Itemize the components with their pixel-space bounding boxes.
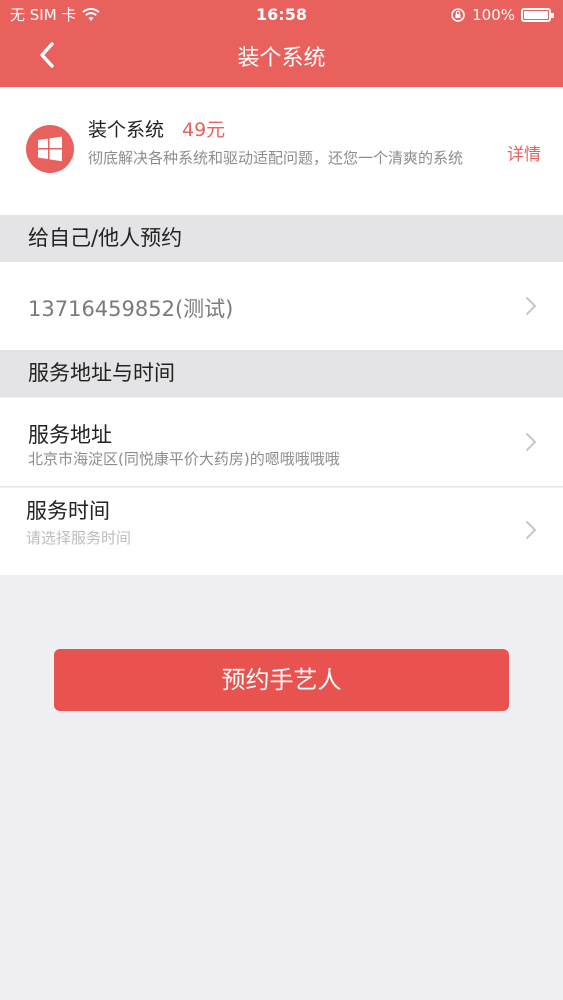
rotation-lock-icon xyxy=(451,8,465,22)
page-title: 装个系统 xyxy=(237,46,326,71)
service-address-row[interactable]: 服务地址 北京市海淀区(同悦康平价大药房)的嗯哦哦哦哦 xyxy=(0,398,563,487)
product-card: 装个系统 49元 彻底解决各种系统和驱动适配问题，还您一个清爽的系统 详情 xyxy=(0,87,563,215)
contact-row[interactable]: 13716459852(测试) xyxy=(0,262,563,350)
service-time-row[interactable]: 服务时间 请选择服务时间 xyxy=(0,488,563,575)
service-address-value: 北京市海淀区(同悦康平价大药房)的嗯哦哦哦哦 xyxy=(28,450,340,468)
detail-link[interactable]: 详情 xyxy=(507,140,541,165)
service-address-label: 服务地址 xyxy=(28,423,112,447)
battery-icon xyxy=(521,8,554,22)
chevron-right-icon xyxy=(526,297,536,315)
windows-logo-icon xyxy=(26,125,74,173)
service-time-label: 服务时间 xyxy=(26,499,110,523)
book-artisan-button[interactable]: 预约手艺人 xyxy=(54,649,509,711)
battery-percent: 100% xyxy=(472,6,515,24)
booking-section-header: 给自己/他人预约 xyxy=(0,215,563,262)
product-description: 彻底解决各种系统和驱动适配问题，还您一个清爽的系统 xyxy=(88,149,464,167)
status-right: 100% xyxy=(450,0,554,30)
chevron-right-icon xyxy=(526,433,536,451)
service-time-placeholder: 请选择服务时间 xyxy=(26,529,132,547)
service-section-header: 服务地址与时间 xyxy=(0,350,563,397)
chevron-right-icon xyxy=(526,521,536,539)
app-header: 无 SIM 卡 16:58 100% 装个系统 xyxy=(0,0,563,87)
product-name: 装个系统 xyxy=(88,119,165,141)
contact-phone: 13716459852(测试) xyxy=(28,297,234,321)
product-price: 49元 xyxy=(182,119,226,141)
status-bar: 无 SIM 卡 16:58 100% xyxy=(0,0,563,30)
